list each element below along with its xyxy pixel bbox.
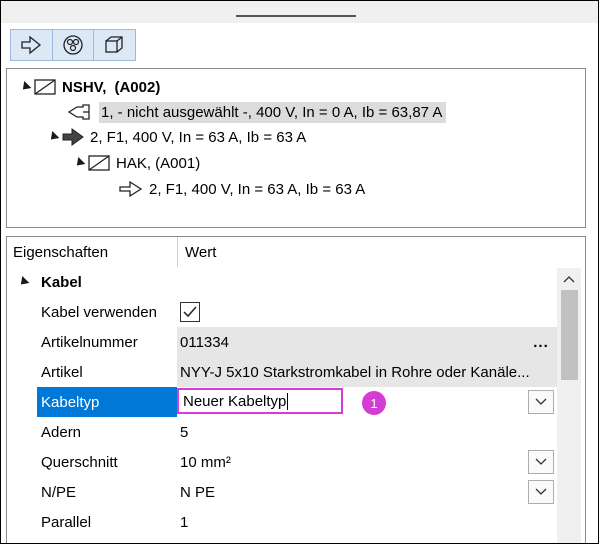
- cable-type-input[interactable]: Neuer Kabeltyp: [177, 388, 343, 414]
- prop-row-npe[interactable]: N/PE N PE: [7, 477, 557, 507]
- prop-value: [180, 297, 200, 327]
- tree-node-label: 1, - nicht ausgewählt -, 400 V, In = 0 A…: [99, 101, 447, 123]
- section-row-kabel[interactable]: Kabel: [7, 267, 557, 297]
- prop-row-artikel[interactable]: Artikel NYY-J 5x10 Starkstromkabel in Ro…: [7, 357, 557, 387]
- column-separator[interactable]: [177, 237, 178, 267]
- cube-view-button[interactable]: [93, 30, 134, 60]
- properties-grid: Eigenschaften Wert Kabel Kabel verwenden…: [6, 236, 586, 543]
- prop-label: N/PE: [41, 483, 77, 501]
- tree-node-label: 2, F1, 400 V, In = 63 A, Ib = 63 A: [90, 128, 307, 146]
- checkmark-icon: [183, 306, 197, 318]
- readonly-cell: [177, 327, 557, 357]
- input-text: Neuer Kabeltyp: [183, 392, 287, 410]
- prop-row-querschnitt[interactable]: Querschnitt 10 mm²: [7, 447, 557, 477]
- scroll-up-button[interactable]: [557, 268, 581, 290]
- send-arrow-icon: [21, 35, 42, 55]
- text-caret: [287, 392, 289, 410]
- prop-value: N PE: [180, 483, 216, 501]
- use-cable-checkbox[interactable]: [180, 302, 200, 322]
- view-mode-group: [10, 29, 136, 61]
- tree-node-label: 2, F1, 400 V, In = 63 A, Ib = 63 A: [149, 180, 366, 198]
- prop-label: Querschnitt: [41, 453, 118, 471]
- scroll-thumb[interactable]: [561, 290, 578, 380]
- tree-node-feeder-2[interactable]: 2, F1, 400 V, In = 63 A, Ib = 63 A: [47, 125, 306, 149]
- tree-panel: NSHV, (A002) 1, - nicht ausgewählt -, 40…: [6, 68, 586, 228]
- prop-label: Adern: [41, 423, 82, 441]
- ellipsis-button[interactable]: ...: [529, 327, 553, 357]
- callout-badge: 1: [362, 391, 386, 415]
- prop-row-kabeltyp[interactable]: Kabeltyp Neuer Kabeltyp 1: [7, 387, 557, 417]
- network-view-button[interactable]: [52, 30, 93, 60]
- prop-label: Parallel: [41, 513, 92, 531]
- expand-triangle-icon[interactable]: [73, 156, 86, 170]
- prop-value: 1: [180, 513, 189, 531]
- prop-row-kabel-verwenden[interactable]: Kabel verwenden: [7, 297, 557, 327]
- feeder-outline-icon: [119, 180, 143, 198]
- prop-value: 5: [180, 423, 189, 441]
- prop-value: NYY-J 5x10 Starkstromkabel in Rohre oder…: [180, 363, 530, 381]
- prop-label: Artikel: [41, 363, 83, 381]
- distribution-box-icon: [34, 79, 56, 95]
- distribution-box-icon: [88, 155, 110, 171]
- tree-node-root[interactable]: NSHV, (A002): [19, 75, 160, 99]
- tree-node-hak[interactable]: HAK, (A001): [73, 151, 200, 175]
- prop-label: Kabeltyp: [41, 393, 100, 411]
- cable-type-dropdown-button[interactable]: [528, 390, 554, 414]
- dropdown-chevron-icon: [535, 398, 547, 405]
- prop-label: Kabel verwenden: [41, 303, 157, 321]
- dropdown-chevron-icon: [535, 458, 547, 465]
- prop-value: 10 mm²: [180, 453, 231, 471]
- cross-section-dropdown-button[interactable]: [528, 450, 554, 474]
- expand-triangle-icon[interactable]: [47, 130, 60, 144]
- column-header-value: Wert: [185, 243, 217, 261]
- send-view-button[interactable]: [11, 30, 51, 60]
- tree-node-label: HAK, (A001): [116, 154, 201, 172]
- drag-handle[interactable]: [236, 15, 356, 17]
- vertical-scrollbar[interactable]: [557, 268, 581, 543]
- root-code: (A002): [114, 78, 161, 96]
- prop-row-parallel[interactable]: Parallel 1: [7, 507, 557, 537]
- feeder-filled-icon: [62, 128, 84, 146]
- toolbar: [5, 26, 591, 62]
- prop-label: Artikelnummer: [41, 333, 138, 351]
- cube-icon: [105, 36, 123, 53]
- npe-dropdown-button[interactable]: [528, 480, 554, 504]
- network-icon: [63, 35, 83, 55]
- prop-row-artikelnummer[interactable]: Artikelnummer 011334 ...: [7, 327, 557, 357]
- scroll-up-icon: [563, 276, 575, 283]
- root-name: NSHV,: [62, 78, 107, 96]
- tree-node-feeder-3[interactable]: 2, F1, 400 V, In = 63 A, Ib = 63 A: [119, 177, 365, 201]
- tree-node-feeder-1[interactable]: 1, - nicht ausgewählt -, 400 V, In = 0 A…: [67, 100, 447, 124]
- feeder-outline-icon: [67, 104, 90, 120]
- expand-triangle-icon[interactable]: [19, 80, 32, 94]
- prop-row-adern[interactable]: Adern 5: [7, 417, 557, 447]
- prop-value: 011334: [180, 333, 229, 351]
- section-title: Kabel: [41, 273, 82, 291]
- title-strip: [1, 1, 598, 23]
- expand-triangle-icon[interactable]: [17, 275, 30, 289]
- dropdown-chevron-icon: [535, 488, 547, 495]
- column-header-properties: Eigenschaften: [13, 243, 109, 261]
